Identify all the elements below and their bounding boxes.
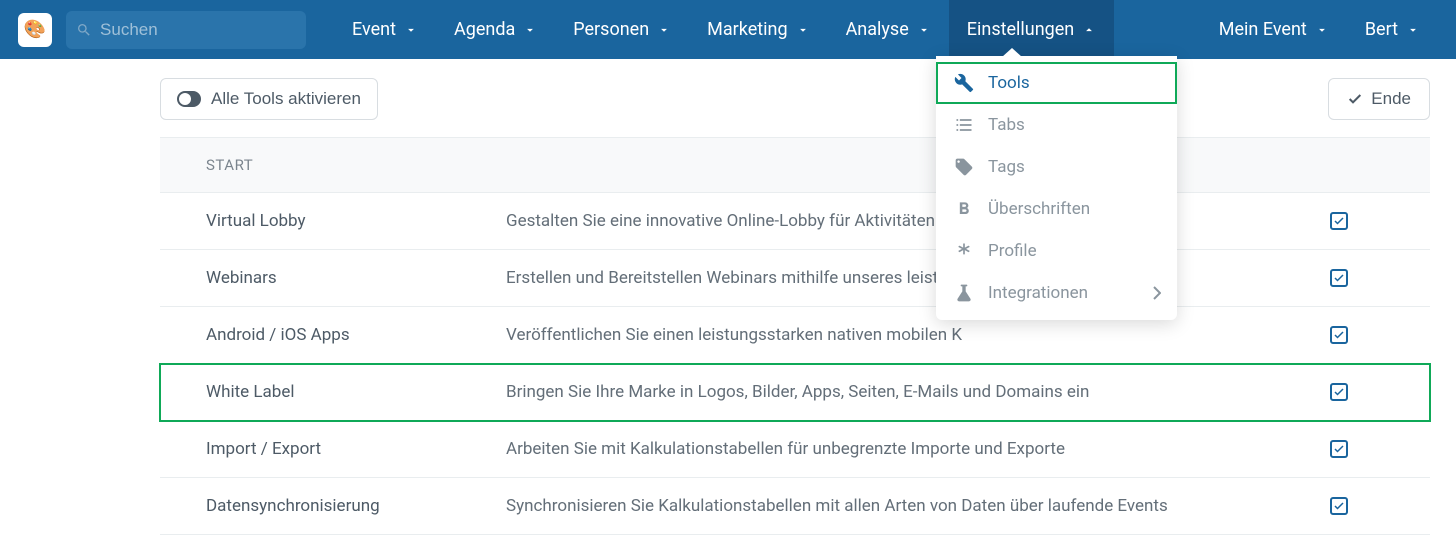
wrench-icon [954, 73, 974, 93]
nav-label: Bert [1365, 19, 1398, 40]
tool-name: Android / iOS Apps [206, 325, 506, 345]
chevron-right-icon [1153, 286, 1161, 300]
main-nav: Event Agenda Personen Marketing Analyse … [334, 0, 1114, 59]
nav-label: Event [352, 19, 396, 40]
chevron-down-icon [917, 23, 931, 37]
nav-event[interactable]: Event [334, 0, 436, 59]
toggle-label: Alle Tools aktivieren [211, 89, 361, 109]
tool-checkbox[interactable] [1330, 383, 1348, 401]
tool-desc: Arbeiten Sie mit Kalkulationstabellen fü… [506, 439, 1384, 459]
nav-label: Einstellungen [967, 19, 1074, 40]
dropdown-label: Integrationen [988, 283, 1088, 303]
tool-row-white-label[interactable]: White Label Bringen Sie Ihre Marke in Lo… [160, 364, 1430, 421]
dropdown-item-integrations[interactable]: Integrationen [936, 272, 1177, 314]
tool-row-webinars[interactable]: Webinars Erstellen und Bereitstellen Web… [160, 250, 1430, 307]
check-icon [1347, 91, 1363, 107]
section-title: START [206, 156, 253, 174]
tool-row-apps[interactable]: Android / iOS Apps Veröffentlichen Sie e… [160, 307, 1430, 364]
nav-user[interactable]: Bert [1347, 0, 1438, 59]
nav-label: Mein Event [1219, 19, 1307, 40]
nav-right: Mein Event Bert [1201, 0, 1438, 59]
end-button[interactable]: Ende [1328, 78, 1430, 120]
tool-name: White Label [206, 382, 506, 402]
flask-icon [954, 283, 974, 303]
toggle-icon [177, 91, 201, 107]
asterisk-icon [954, 241, 974, 261]
chevron-up-icon [1082, 23, 1096, 37]
dropdown-item-profile[interactable]: Profile [936, 230, 1177, 272]
dropdown-label: Tabs [988, 115, 1025, 135]
check-icon [1333, 443, 1345, 455]
nav-label: Analyse [846, 19, 909, 40]
chevron-down-icon [796, 23, 810, 37]
tool-desc: Veröffentlichen Sie einen leistungsstark… [506, 325, 1384, 345]
bold-icon [954, 199, 974, 219]
check-icon [1333, 500, 1345, 512]
chevron-down-icon [657, 23, 671, 37]
chevron-down-icon [1315, 23, 1329, 37]
top-bar: 🎨 Event Agenda Personen Marketing Analys… [0, 0, 1456, 59]
dropdown-label: Überschriften [988, 199, 1090, 219]
search-icon [76, 21, 92, 39]
nav-einstellungen[interactable]: Einstellungen [949, 0, 1114, 59]
tool-name: Datensynchronisierung [206, 496, 506, 516]
nav-label: Agenda [454, 19, 515, 40]
search-input[interactable] [100, 20, 296, 40]
nav-label: Marketing [707, 19, 787, 40]
tool-checkbox[interactable] [1330, 212, 1348, 230]
tool-checkbox[interactable] [1330, 269, 1348, 287]
dropdown-item-tools[interactable]: Tools [936, 62, 1177, 104]
dropdown-item-tags[interactable]: Tags [936, 146, 1177, 188]
nav-mein-event[interactable]: Mein Event [1201, 0, 1347, 59]
nav-agenda[interactable]: Agenda [436, 0, 555, 59]
tool-row-virtual-lobby[interactable]: Virtual Lobby Gestalten Sie eine innovat… [160, 193, 1430, 250]
dropdown-item-tabs[interactable]: Tabs [936, 104, 1177, 146]
dropdown-label: Profile [988, 241, 1037, 261]
chevron-down-icon [523, 23, 537, 37]
tool-row-import-export[interactable]: Import / Export Arbeiten Sie mit Kalkula… [160, 421, 1430, 478]
tool-checkbox[interactable] [1330, 497, 1348, 515]
nav-label: Personen [573, 19, 649, 40]
search-box[interactable] [66, 11, 306, 49]
tool-desc: Bringen Sie Ihre Marke in Logos, Bilder,… [506, 382, 1384, 402]
list-icon [954, 115, 974, 135]
dropdown-label: Tags [988, 157, 1025, 177]
tool-name: Webinars [206, 268, 506, 288]
tool-row-data-sync[interactable]: Datensynchronisierung Synchronisieren Si… [160, 478, 1430, 535]
settings-dropdown: Tools Tabs Tags Überschriften Profile In… [936, 56, 1177, 320]
tool-name: Import / Export [206, 439, 506, 459]
tag-icon [954, 157, 974, 177]
chevron-down-icon [1406, 23, 1420, 37]
chevron-down-icon [404, 23, 418, 37]
dropdown-item-headings[interactable]: Überschriften [936, 188, 1177, 230]
check-icon [1333, 215, 1345, 227]
tool-name: Virtual Lobby [206, 211, 506, 231]
dropdown-label: Tools [988, 73, 1030, 93]
activate-all-toggle[interactable]: Alle Tools aktivieren [160, 78, 378, 120]
logo[interactable]: 🎨 [18, 13, 52, 47]
content-area: Alle Tools aktivieren Ende START Virtual… [0, 59, 1456, 535]
tool-checkbox[interactable] [1330, 440, 1348, 458]
end-label: Ende [1371, 89, 1411, 109]
check-icon [1333, 329, 1345, 341]
check-icon [1333, 386, 1345, 398]
content-header: Alle Tools aktivieren Ende [160, 73, 1430, 125]
section-header-start: START [160, 137, 1430, 193]
tool-checkbox[interactable] [1330, 326, 1348, 344]
nav-personen[interactable]: Personen [555, 0, 689, 59]
tool-desc: Synchronisieren Sie Kalkulationstabellen… [506, 496, 1384, 516]
nav-analyse[interactable]: Analyse [828, 0, 949, 59]
nav-marketing[interactable]: Marketing [689, 0, 827, 59]
check-icon [1333, 272, 1345, 284]
